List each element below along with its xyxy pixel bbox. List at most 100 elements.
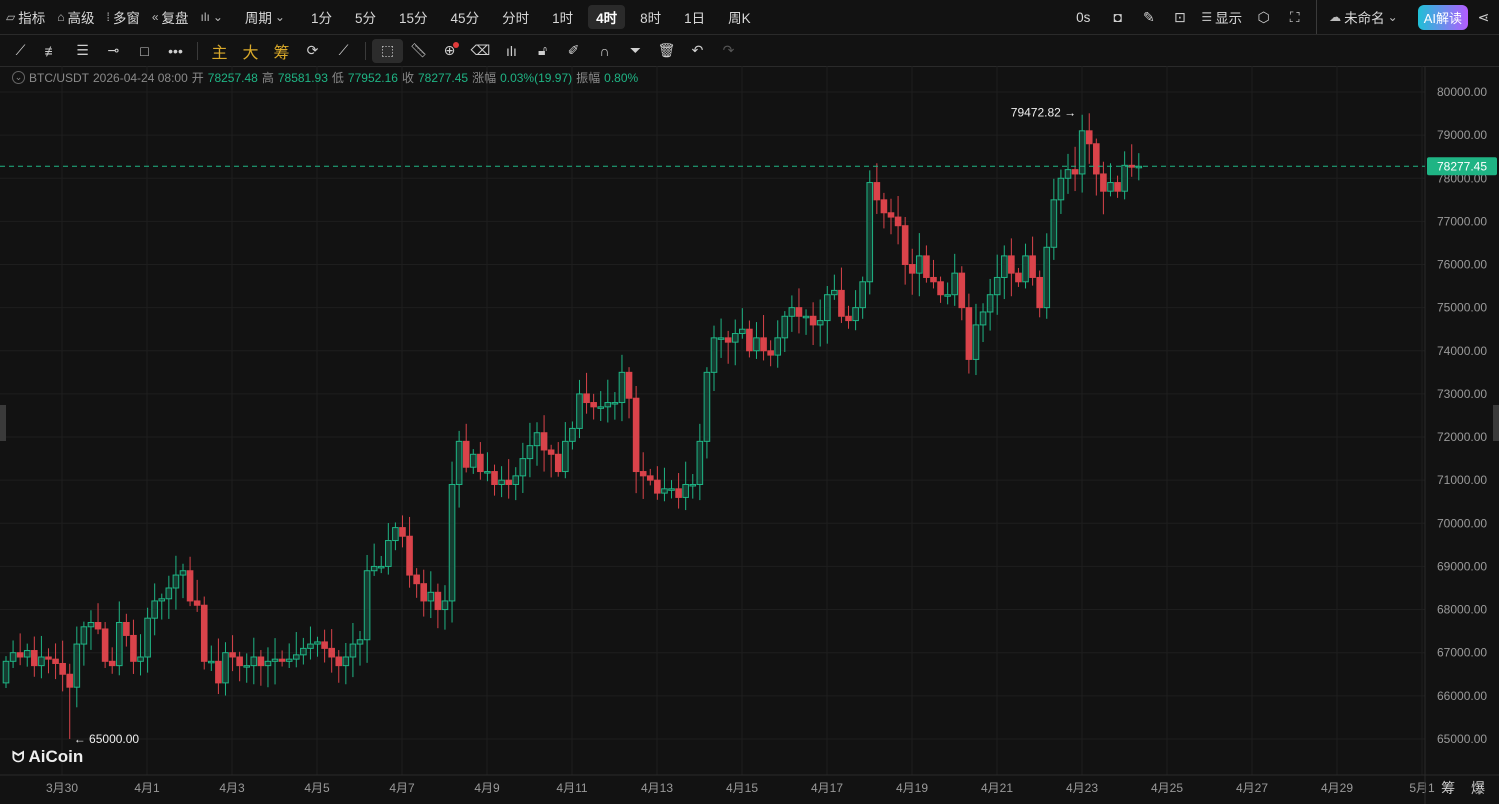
candle bbox=[484, 452, 491, 482]
candle bbox=[427, 571, 435, 619]
candle bbox=[1078, 114, 1086, 193]
min-price-annotation: ← 65000.00 bbox=[74, 732, 140, 746]
amplitude-label: 振幅 bbox=[576, 71, 601, 85]
y-tick-label: 74000.00 bbox=[1437, 344, 1487, 358]
candle-body bbox=[130, 634, 137, 662]
candle bbox=[385, 523, 392, 575]
candle-body bbox=[328, 647, 335, 658]
candle-body bbox=[200, 604, 208, 662]
candle-body bbox=[392, 527, 399, 542]
candle bbox=[115, 601, 123, 676]
candle-body bbox=[1121, 164, 1128, 192]
candle-body bbox=[583, 393, 590, 404]
candle bbox=[760, 315, 767, 361]
candle bbox=[625, 367, 633, 419]
candle-body bbox=[2, 660, 10, 684]
candle-body bbox=[781, 315, 789, 339]
candle-body bbox=[866, 182, 874, 283]
candle bbox=[597, 391, 605, 421]
candle bbox=[1107, 163, 1114, 197]
candle-body bbox=[845, 315, 852, 322]
candle bbox=[838, 267, 845, 323]
candle-body bbox=[654, 479, 661, 494]
candle bbox=[137, 634, 144, 676]
bottom-right-tools[interactable]: 筹 爆 bbox=[1441, 778, 1491, 798]
candle-body bbox=[406, 535, 413, 576]
candle-body bbox=[1064, 169, 1072, 179]
candle-body bbox=[477, 453, 484, 473]
y-tick-label: 79000.00 bbox=[1437, 128, 1487, 142]
candle bbox=[958, 266, 966, 321]
candle-body bbox=[292, 654, 300, 660]
candle bbox=[972, 303, 980, 376]
candle-body bbox=[370, 565, 378, 572]
collapse-icon[interactable]: ⌄ bbox=[12, 71, 25, 84]
y-tick-label: 72000.00 bbox=[1437, 430, 1487, 444]
candle bbox=[767, 340, 774, 367]
candle bbox=[689, 474, 697, 499]
candle bbox=[788, 295, 796, 332]
candle-body bbox=[590, 402, 597, 408]
candle-body bbox=[547, 449, 555, 455]
candle-body bbox=[1022, 255, 1029, 283]
candle-body bbox=[264, 660, 272, 667]
candle-body bbox=[1114, 182, 1121, 192]
candle bbox=[724, 330, 732, 364]
x-tick-label: 4月29 bbox=[1321, 781, 1353, 795]
candle-body bbox=[144, 617, 151, 658]
candle-body bbox=[1050, 199, 1058, 248]
candle bbox=[307, 626, 314, 660]
candle bbox=[781, 311, 789, 352]
candle bbox=[923, 245, 930, 283]
candle bbox=[498, 466, 505, 498]
x-tick-label: 4月25 bbox=[1151, 781, 1183, 795]
ohlc-info: ⌄ BTC/USDT 2026-04-24 08:00 开 78257.48 高7… bbox=[12, 69, 638, 86]
candle bbox=[101, 622, 109, 668]
candle-body bbox=[349, 643, 357, 658]
candle bbox=[639, 452, 647, 499]
candle-body bbox=[717, 337, 725, 340]
candle-body bbox=[1000, 255, 1008, 278]
candle-body bbox=[724, 337, 732, 343]
candle-body bbox=[625, 371, 633, 399]
candle bbox=[661, 467, 668, 502]
candle-body bbox=[158, 598, 166, 602]
candle bbox=[441, 585, 449, 630]
candle-body bbox=[455, 440, 463, 485]
candle-body bbox=[193, 600, 201, 606]
candle bbox=[569, 421, 576, 450]
candle-body bbox=[434, 591, 442, 611]
candle bbox=[38, 635, 45, 679]
x-tick-label: 4月11 bbox=[556, 781, 587, 795]
left-panel-handle[interactable] bbox=[0, 405, 6, 441]
candle-body bbox=[682, 483, 689, 498]
candle bbox=[1008, 238, 1015, 297]
candle bbox=[321, 629, 328, 663]
candle bbox=[363, 554, 371, 663]
candle bbox=[349, 623, 357, 678]
candle-body bbox=[1078, 130, 1086, 175]
candle bbox=[852, 290, 859, 331]
open-label: 开 bbox=[191, 71, 204, 85]
candle bbox=[23, 643, 31, 667]
candlestick-chart[interactable]: 80000.0079000.0078000.0077000.0076000.00… bbox=[0, 0, 1499, 804]
right-panel-handle[interactable] bbox=[1493, 405, 1499, 441]
candle bbox=[1029, 236, 1036, 286]
candle bbox=[406, 516, 413, 588]
candle-body bbox=[512, 475, 520, 485]
candle-body bbox=[165, 587, 173, 600]
candle-body bbox=[646, 475, 654, 481]
candle-body bbox=[250, 656, 258, 667]
candle-body bbox=[533, 432, 541, 447]
candle-body bbox=[427, 591, 435, 602]
candle-body bbox=[554, 453, 562, 473]
candle-body bbox=[73, 643, 81, 688]
candle bbox=[908, 248, 916, 295]
candle-body bbox=[668, 488, 675, 491]
candle-body bbox=[59, 662, 66, 675]
candle bbox=[944, 282, 951, 305]
candle-body bbox=[951, 272, 959, 296]
candle bbox=[66, 663, 74, 739]
candle bbox=[746, 320, 753, 358]
candle-body bbox=[562, 440, 569, 473]
